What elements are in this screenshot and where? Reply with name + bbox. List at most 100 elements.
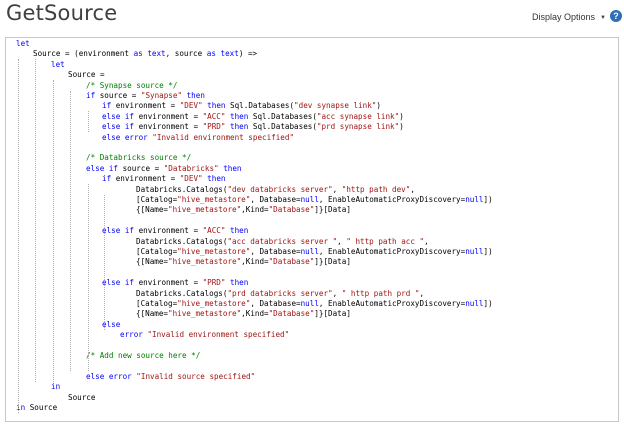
code-comment: /* Synapse source */ bbox=[86, 80, 178, 90]
code-string: "hive_metastore" bbox=[168, 257, 242, 267]
code-text: environment = bbox=[134, 226, 203, 236]
code-line[interactable]: if source = "Synapse" then bbox=[86, 91, 205, 101]
code-keyword: null bbox=[465, 195, 484, 204]
code-line[interactable]: else if environment = "ACC" then Sql.Dat… bbox=[102, 112, 404, 122]
code-line[interactable]: Databricks.Catalogs("prd databricks serv… bbox=[136, 289, 424, 299]
code-string: "DEV" bbox=[179, 101, 203, 111]
code-comment: /* Add new source here */ bbox=[86, 351, 201, 360]
code-comment: /* Databricks source */ bbox=[86, 153, 192, 163]
code-line[interactable]: /* Databricks source */ bbox=[86, 153, 191, 163]
help-icon[interactable]: ? bbox=[610, 10, 622, 22]
code-text: , source bbox=[165, 49, 207, 59]
code-text: , Database= bbox=[250, 195, 301, 204]
code-line[interactable]: Databricks.Catalogs("dev databricks serv… bbox=[136, 185, 415, 195]
code-keyword: text bbox=[147, 49, 166, 59]
code-text: Sql.Databases( bbox=[225, 101, 295, 111]
code-keyword: null bbox=[465, 247, 484, 256]
code-line[interactable]: let bbox=[51, 60, 65, 70]
code-line[interactable]: if environment = "DEV" then bbox=[102, 174, 225, 184]
code-string: "Invalid environment specified" bbox=[152, 132, 295, 142]
code-string: "acc databricks server " bbox=[227, 236, 338, 246]
code-line[interactable]: else if source = "Databricks" then bbox=[86, 164, 241, 174]
code-line[interactable]: {[Name="hive_metastore",Kind="Database"]… bbox=[136, 257, 351, 267]
code-line[interactable]: else if environment = "ACC" then bbox=[102, 226, 248, 236]
chevron-down-icon: ▼ bbox=[600, 15, 606, 21]
code-line[interactable]: {[Name="hive_metastore",Kind="Database"]… bbox=[136, 309, 351, 319]
code-keyword: else error bbox=[86, 371, 132, 381]
code-string: "dev synapse link" bbox=[294, 101, 377, 111]
code-string: " http path acc " bbox=[346, 236, 425, 246]
code-text: , bbox=[332, 184, 342, 194]
code-line[interactable]: in Source bbox=[16, 403, 57, 413]
indent-guide bbox=[18, 59, 19, 413]
code-keyword: text bbox=[220, 49, 239, 59]
code-text: environment = bbox=[134, 278, 203, 288]
code-line[interactable]: /* Synapse source */ bbox=[86, 81, 177, 91]
code-string: "hive_metastore" bbox=[177, 195, 251, 204]
code-text: Source bbox=[68, 392, 96, 402]
code-string: " http path prd " bbox=[341, 288, 420, 298]
code-keyword: else if bbox=[86, 163, 119, 173]
code-line[interactable]: else if environment = "PRD" then bbox=[102, 278, 248, 288]
code-string: "prd databricks server" bbox=[227, 288, 333, 298]
code-line[interactable]: if environment = "DEV" then Sql.Database… bbox=[102, 101, 381, 111]
code-string: "acc synapse link" bbox=[316, 111, 400, 121]
code-line[interactable]: else error "Invalid environment specifie… bbox=[102, 133, 294, 143]
indent-guide bbox=[53, 80, 54, 382]
code-text: , Database= bbox=[250, 247, 301, 256]
query-title: GetSource bbox=[6, 1, 118, 25]
code-text: , bbox=[410, 184, 415, 194]
code-text: ) => bbox=[238, 49, 258, 59]
code-keyword: then bbox=[230, 278, 249, 288]
code-text: Databricks.Catalogs( bbox=[136, 184, 228, 194]
code-keyword: else error bbox=[102, 132, 148, 142]
code-text: source = bbox=[118, 163, 164, 173]
code-text: Source bbox=[25, 403, 58, 412]
code-line[interactable]: error "Invalid environment specified" bbox=[120, 330, 289, 340]
code-string: "Databricks" bbox=[163, 163, 219, 173]
code-string: "dev databricks server" bbox=[227, 184, 333, 194]
code-line[interactable]: [Catalog="hive_metastore", Database=null… bbox=[136, 299, 493, 309]
code-line[interactable]: Source = (environment as text, source as… bbox=[33, 49, 257, 59]
code-keyword: null bbox=[300, 195, 319, 204]
code-text: ]) bbox=[483, 195, 493, 204]
code-text: [Catalog= bbox=[136, 195, 178, 204]
code-line[interactable]: {[Name="hive_metastore",Kind="Database"]… bbox=[136, 205, 351, 215]
code-line[interactable]: Source bbox=[68, 393, 95, 403]
code-area[interactable]: let Source = (environment as text, source… bbox=[6, 38, 618, 421]
code-text: ) bbox=[399, 122, 404, 132]
code-text: ]}[Data] bbox=[314, 205, 351, 215]
code-keyword: then bbox=[230, 111, 249, 121]
code-line[interactable]: in bbox=[51, 382, 60, 392]
code-string: "DEV" bbox=[179, 174, 203, 184]
code-string: "prd synapse link" bbox=[316, 122, 400, 132]
code-text: environment = bbox=[134, 111, 203, 121]
code-line[interactable]: Source = bbox=[68, 70, 105, 80]
code-string: "PRD" bbox=[202, 278, 226, 288]
code-line[interactable]: else error "Invalid source specified" bbox=[86, 372, 255, 382]
code-keyword: if bbox=[86, 91, 96, 100]
code-keyword: then bbox=[207, 101, 226, 111]
code-line[interactable]: let bbox=[16, 39, 30, 49]
code-text: [Catalog= bbox=[136, 299, 178, 308]
indent-guide bbox=[88, 184, 89, 372]
code-editor[interactable]: let Source = (environment as text, source… bbox=[5, 37, 619, 422]
code-string: "Invalid environment specified" bbox=[147, 330, 290, 340]
code-text: Source = (environment bbox=[33, 49, 134, 59]
code-line[interactable]: /* Add new source here */ bbox=[86, 351, 200, 361]
code-text: ]}[Data] bbox=[314, 257, 351, 267]
code-keyword: then bbox=[230, 226, 249, 236]
display-options-menu[interactable]: Display Options ▼ bbox=[532, 12, 606, 22]
code-string: "Invalid source specified" bbox=[136, 371, 256, 381]
code-string: "Database" bbox=[268, 205, 315, 215]
code-line[interactable]: [Catalog="hive_metastore", Database=null… bbox=[136, 195, 493, 205]
code-line[interactable]: else if environment = "PRD" then Sql.Dat… bbox=[102, 122, 404, 132]
code-text: ,Kind= bbox=[241, 309, 269, 319]
code-line[interactable]: [Catalog="hive_metastore", Database=null… bbox=[136, 247, 493, 257]
code-keyword: then bbox=[207, 174, 226, 184]
code-text: environment = bbox=[134, 122, 203, 132]
code-keyword: let bbox=[51, 59, 65, 69]
code-keyword: else if bbox=[102, 278, 135, 288]
code-line[interactable]: Databricks.Catalogs("acc databricks serv… bbox=[136, 237, 429, 247]
indent-guide bbox=[104, 194, 105, 330]
